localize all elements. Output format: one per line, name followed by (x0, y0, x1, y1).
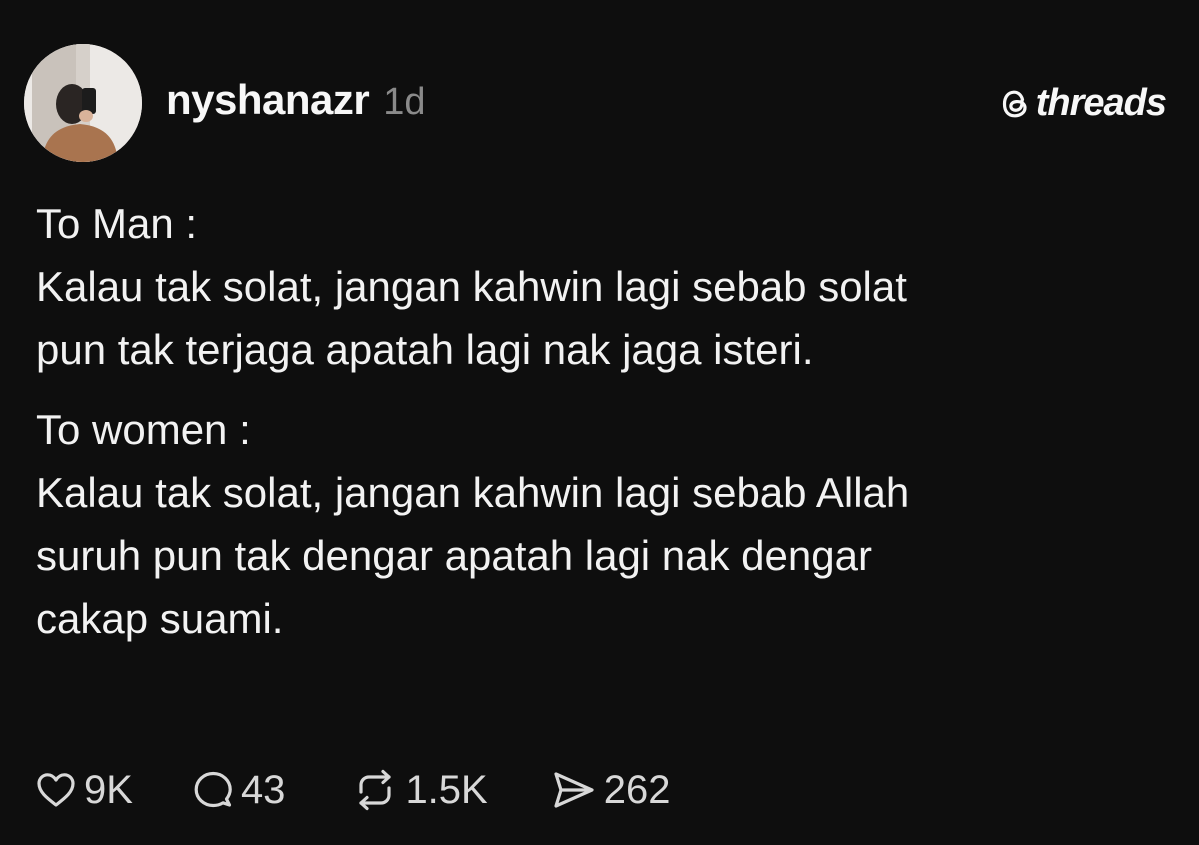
action-bar: 9K 43 1.5K 262 (34, 762, 670, 818)
username[interactable]: nyshanazr (166, 76, 370, 124)
avatar-photo-icon (24, 44, 142, 162)
repost-button[interactable]: 1.5K (351, 767, 488, 813)
post-paragraph-men: To Man : Kalau tak solat, jangan kahwin … (36, 200, 907, 373)
share-count: 262 (603, 767, 671, 812)
post-header: nyshanazr 1d threads (24, 44, 1174, 164)
threads-wordmark: threads (1035, 82, 1167, 124)
author-line: nyshanazr 1d (166, 76, 426, 126)
heart-icon (37, 773, 75, 807)
threads-logo-icon (1002, 90, 1027, 117)
post-body: To Man : Kalau tak solat, jangan kahwin … (36, 192, 1156, 650)
share-button[interactable]: 262 (550, 767, 671, 813)
reply-count: 43 (240, 767, 286, 812)
like-count: 9K (84, 767, 133, 812)
avatar[interactable] (24, 44, 142, 162)
comment-bubble-icon (194, 771, 232, 808)
threads-post-card: nyshanazr 1d threads To Man : Kalau tak … (0, 0, 1199, 845)
threads-brand: threads (1000, 82, 1167, 125)
like-button[interactable]: 9K (34, 768, 133, 813)
send-icon (554, 772, 594, 808)
post-time: 1d (383, 81, 426, 123)
repost-count: 1.5K (405, 767, 488, 812)
repost-icon (359, 769, 392, 811)
reply-button[interactable]: 43 (191, 767, 286, 813)
post-paragraph-women: To women : Kalau tak solat, jangan kahwi… (36, 406, 910, 642)
